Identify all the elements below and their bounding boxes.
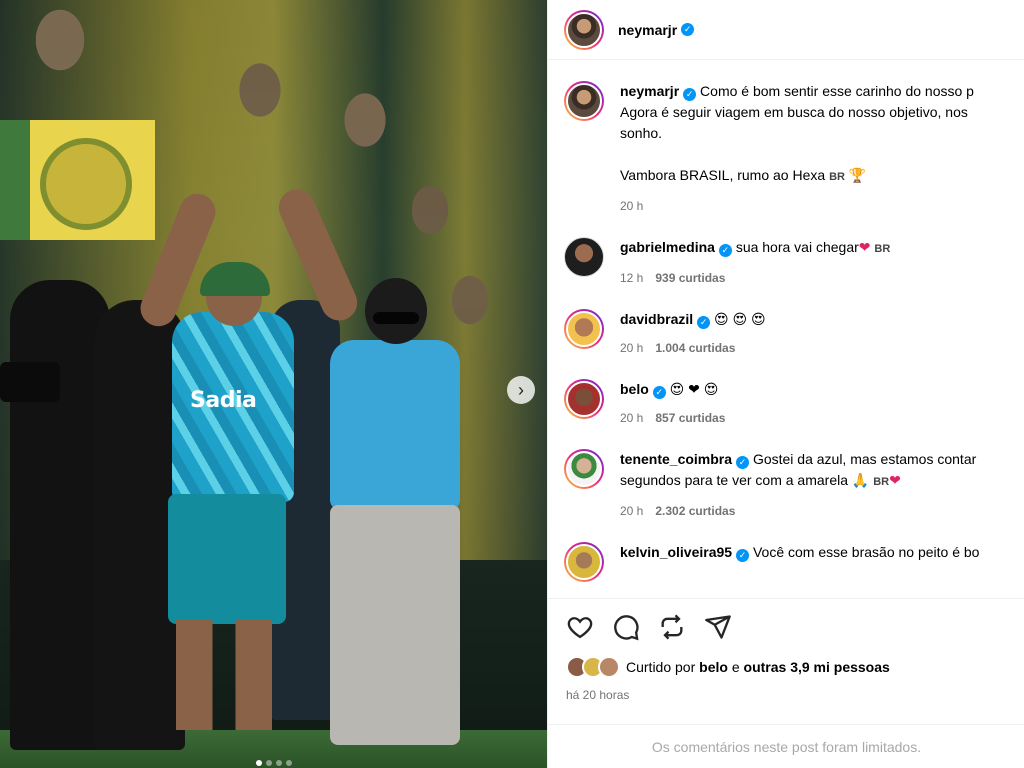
caption-text: sonho. [620,125,663,141]
caption: neymarjr ✓ Como é bom sentir esse carinho… [548,81,1024,217]
timestamp[interactable]: 20 h [620,338,643,359]
heart-icon[interactable] [566,613,594,641]
verified-badge-icon: ✓ [683,88,697,101]
verified-badge-icon: ✓ [736,456,750,469]
timestamp[interactable]: 20 h [620,408,643,429]
shirt-logo: Sadia [190,388,257,413]
praying-hands-icon: 🙏 [851,472,870,488]
list-item: tenente_coimbra ✓ Gostei da azul, mas est… [548,449,1024,522]
share-icon[interactable] [704,613,732,641]
list-item: belo ✓ 😍 ❤ 😍 20 h 857 curtidas [548,379,1024,429]
post-sidebar: neymarjr ✓ neymarjr ✓ Como é bom sentir e… [547,0,1024,768]
next-slide-button[interactable]: › [507,376,535,404]
comments-list[interactable]: neymarjr ✓ Como é bom sentir esse carinho… [548,61,1024,596]
avatar[interactable] [564,309,604,349]
like-count[interactable]: 857 curtidas [655,408,725,429]
verified-badge-icon: ✓ [736,549,750,562]
heart-icon: ❤ [889,472,901,488]
slide-dot [255,760,262,766]
slide-dot [285,760,292,766]
flag-banner-edge [0,120,30,240]
verified-badge-icon: ✓ [697,316,711,329]
list-item: kelvin_oliveira95 ✓ Você com esse brasão … [548,542,1024,582]
post-photo[interactable]: Sadia › [0,0,547,768]
liked-by-joiner: e [731,659,740,675]
photographer-head [365,278,427,344]
caption-text: Vambora BRASIL, rumo ao Hexa [620,167,826,183]
caption-text: Agora é seguir viagem em busca do nosso … [620,104,968,120]
photographer-glasses [373,312,419,324]
player-legs [176,620,272,730]
post-timestamp[interactable]: há 20 horas [566,688,629,702]
player-shorts [168,494,286,624]
heart-icon: ❤ [858,239,871,255]
verified-badge-icon: ✓ [652,386,666,399]
timestamp[interactable]: 20 h [620,196,643,217]
avatar[interactable] [564,449,604,489]
avatar[interactable] [564,542,604,582]
like-count[interactable]: 1.004 curtidas [655,338,735,359]
comment-icon[interactable] [612,613,640,641]
trophy-icon: 🏆 [848,167,867,183]
list-item: davidbrazil ✓ 😍 😍 😍 20 h 1.004 curtidas [548,309,1024,359]
avatar[interactable] [564,81,604,121]
slide-indicator [0,760,547,766]
comment-username[interactable]: gabrielmedina [620,239,715,255]
caption-text: Como é bom sentir esse carinho do nosso … [700,83,974,99]
avatar[interactable] [564,237,604,277]
brazil-flag-icon: BR [829,171,845,183]
repost-icon[interactable] [658,613,686,641]
liked-by: Curtido por belo e outras 3,9 mi pessoas [566,656,890,678]
comment-username[interactable]: belo [620,381,649,397]
author-username[interactable]: neymarjr [618,22,677,38]
like-count[interactable]: 939 curtidas [655,268,725,289]
verified-badge-icon: ✓ [718,244,732,257]
brazil-flag-icon: BR [874,243,891,255]
comment-text: segundos para te ver com a amarela [620,472,849,488]
post-actions [548,598,1024,654]
photographer-pants [330,505,460,745]
camera [0,362,60,402]
comment-text: Você com esse brasão no peito é bo [752,544,980,560]
liker-avatars[interactable] [566,656,620,678]
slide-dot [265,760,272,766]
like-count[interactable]: 2.302 curtidas [655,501,735,522]
liked-by-user[interactable]: belo [699,659,728,675]
post-header: neymarjr ✓ [548,0,1024,60]
avatar[interactable] [564,379,604,419]
avatar[interactable] [564,9,604,50]
liked-by-others[interactable]: outras 3,9 mi pessoas [744,659,890,675]
timestamp[interactable]: 12 h [620,268,643,289]
comment-text: Gostei da azul, mas estamos contar [752,451,977,467]
comment-username[interactable]: tenente_coimbra [620,451,732,467]
caption-username[interactable]: neymarjr [620,83,679,99]
comment-text: sua hora vai chegar [735,239,859,255]
chevron-right-icon: › [518,379,524,400]
comment-username[interactable]: kelvin_oliveira95 [620,544,732,560]
timestamp[interactable]: 20 h [620,501,643,522]
list-item: gabrielmedina ✓ sua hora vai chegar❤ BR 1… [548,237,1024,289]
verified-badge-icon: ✓ [681,23,695,36]
comments-limited-notice: Os comentários neste post foram limitado… [548,724,1024,768]
heart-eyes-icon: 😍 😍 😍 [714,311,766,327]
liked-by-prefix: Curtido por [626,659,696,675]
photographer-vest [330,340,460,510]
slide-dot [275,760,282,766]
brazil-flag-icon: BR [873,476,890,488]
heart-eyes-icon: 😍 ❤ 😍 [669,381,719,397]
comment-username[interactable]: davidbrazil [620,311,693,327]
